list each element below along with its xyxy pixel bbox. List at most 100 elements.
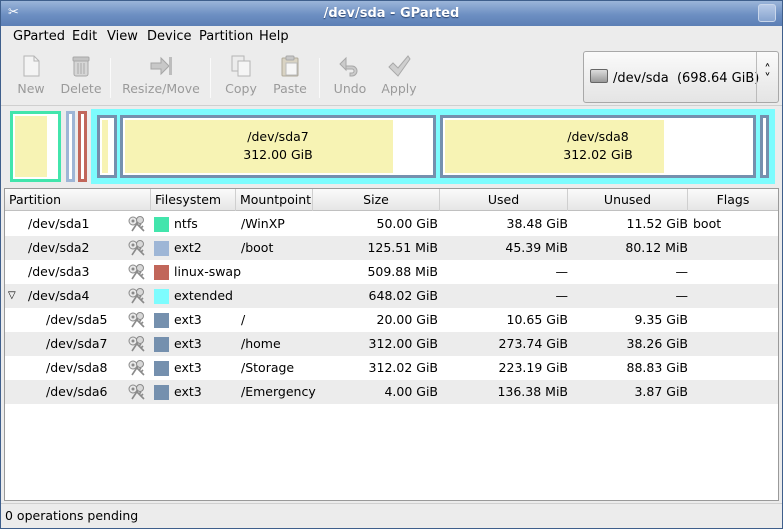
column-header-partition[interactable]: Partition xyxy=(5,189,151,211)
column-header-filesystem[interactable]: Filesystem xyxy=(151,189,236,211)
filesystem-color-swatch xyxy=(154,337,169,352)
unused-cell: 38.26 GiB xyxy=(626,336,689,351)
column-header-mountpoint[interactable]: Mountpoint xyxy=(236,189,313,211)
used-cell: 273.74 GiB xyxy=(498,336,568,351)
title-bar: ✂ /dev/sda - GParted xyxy=(1,1,782,26)
status-text: 0 operations pending xyxy=(5,508,139,523)
window-button[interactable] xyxy=(758,4,776,22)
device-selector-label: /dev/sda (698.64 GiB) xyxy=(613,71,759,86)
partition-row[interactable]: /dev/sda3 linux-swap 509.88 MiB — — xyxy=(5,260,778,284)
mountpoint-cell: /home xyxy=(241,336,281,351)
partition-path: /dev/sda1 xyxy=(28,216,90,231)
column-header-flags[interactable]: Flags xyxy=(688,189,778,211)
menu-help[interactable]: Help xyxy=(259,29,289,44)
map-partition-sda7[interactable]: /dev/sda7 312.00 GiB xyxy=(120,115,436,178)
column-header-unused[interactable]: Unused xyxy=(568,189,688,211)
partition-path: /dev/sda5 xyxy=(46,312,108,327)
map-used-area xyxy=(102,120,108,173)
column-header-used[interactable]: Used xyxy=(440,189,568,211)
new-button[interactable]: New xyxy=(9,52,53,102)
delete-button[interactable]: Delete xyxy=(57,52,105,102)
partition-row[interactable]: /dev/sda7 ext3/home 312.00 GiB 273.74 GiB 38… xyxy=(5,332,778,356)
size-cell: 509.88 MiB xyxy=(367,264,438,279)
filesystem-cell: ext3 xyxy=(174,384,202,399)
map-partition-sda4-extended[interactable]: /dev/sda7 312.00 GiB /dev/sda8 312.02 Gi… xyxy=(91,109,775,184)
flags-cell: boot xyxy=(693,216,722,231)
partition-path: /dev/sda7 xyxy=(46,336,108,351)
filesystem-color-swatch xyxy=(154,265,169,280)
delete-label: Delete xyxy=(60,81,102,96)
filesystem-cell: ext3 xyxy=(174,336,202,351)
mounted-key-icon xyxy=(127,311,147,329)
resize-move-label: Resize/Move xyxy=(122,81,200,96)
filesystem-color-swatch xyxy=(154,217,169,232)
mounted-key-icon xyxy=(127,239,147,257)
map-partition-sda1[interactable] xyxy=(10,111,61,182)
unused-cell: 80.12 MiB xyxy=(625,240,688,255)
toolbar-separator xyxy=(110,58,111,98)
apply-label: Apply xyxy=(381,81,417,96)
menu-view[interactable]: View xyxy=(107,29,138,44)
toolbar-separator xyxy=(319,58,320,98)
trash-icon xyxy=(72,56,90,77)
menu-device[interactable]: Device xyxy=(147,29,191,44)
size-cell: 4.00 GiB xyxy=(384,384,438,399)
filesystem-cell: ntfs xyxy=(174,216,198,231)
filesystem-cell: extended xyxy=(174,288,233,303)
partition-path: /dev/sda6 xyxy=(46,384,108,399)
toolbar: New Delete Resize/Move Copy Paste Undo A… xyxy=(1,48,782,106)
map-partition-sda6[interactable] xyxy=(760,115,769,178)
partition-path: /dev/sda2 xyxy=(28,240,90,255)
gparted-window: ✂ /dev/sda - GParted GParted Edit View D… xyxy=(0,0,783,529)
apply-button[interactable]: Apply xyxy=(377,52,421,102)
partition-row[interactable]: /dev/sda6 ext3/Emergency 4.00 GiB 136.38 Mi… xyxy=(5,380,778,404)
map-partition-sda2[interactable] xyxy=(66,111,75,182)
used-cell: 223.19 GiB xyxy=(498,360,568,375)
filesystem-color-swatch xyxy=(154,361,169,376)
expander-triangle-icon[interactable]: ▽ xyxy=(8,284,16,308)
menu-gparted[interactable]: GParted xyxy=(13,29,65,44)
map-partition-sda3[interactable] xyxy=(78,111,87,182)
device-selector[interactable]: /dev/sda (698.64 GiB) ˄ ˅ xyxy=(583,51,779,103)
menu-partition[interactable]: Partition xyxy=(199,29,253,44)
partition-row[interactable]: /dev/sda8 ext3/Storage 312.02 GiB 223.19 Gi… xyxy=(5,356,778,380)
harddisk-icon xyxy=(590,69,608,83)
copy-label: Copy xyxy=(225,81,257,96)
column-header-size[interactable]: Size xyxy=(313,189,440,211)
partition-path: /dev/sda4 xyxy=(28,288,90,303)
copy-icon xyxy=(231,55,251,77)
filesystem-color-swatch xyxy=(154,313,169,328)
partition-row[interactable]: /dev/sda1 ntfs/WinXP 50.00 GiB 38.48 GiB 11.… xyxy=(5,212,778,236)
status-bar: 0 operations pending xyxy=(1,503,782,528)
partition-row[interactable]: ▽ /dev/sda4 extended 648.02 GiB — — xyxy=(5,284,778,308)
partition-row[interactable]: /dev/sda2 ext2/boot 125.51 MiB 45.39 MiB 80.… xyxy=(5,236,778,260)
size-cell: 312.00 GiB xyxy=(368,336,438,351)
combo-arrows-icon: ˄ ˅ xyxy=(756,52,778,102)
unused-cell: 3.87 GiB xyxy=(634,384,688,399)
mountpoint-cell: /WinXP xyxy=(241,216,285,231)
mountpoint-cell: / xyxy=(241,312,246,327)
menu-edit[interactable]: Edit xyxy=(72,29,97,44)
map-label-size: 312.00 GiB xyxy=(243,147,313,162)
map-partition-sda8[interactable]: /dev/sda8 312.02 GiB xyxy=(440,115,756,178)
used-cell: — xyxy=(555,264,569,279)
resize-move-button[interactable]: Resize/Move xyxy=(119,52,203,102)
device-size: (698.64 GiB) xyxy=(676,71,760,86)
device-name: /dev/sda xyxy=(613,71,669,86)
new-label: New xyxy=(17,81,45,96)
used-cell: 10.65 GiB xyxy=(506,312,569,327)
size-cell: 648.02 GiB xyxy=(368,288,438,303)
mounted-key-icon xyxy=(127,263,147,281)
undo-label: Undo xyxy=(333,81,367,96)
mounted-key-icon xyxy=(127,287,147,305)
filesystem-cell: ext2 xyxy=(174,240,202,255)
size-cell: 312.02 GiB xyxy=(368,360,438,375)
unused-cell: — xyxy=(675,264,689,279)
map-partition-sda5[interactable] xyxy=(97,115,117,178)
toolbar-separator xyxy=(210,58,211,98)
paste-button[interactable]: Paste xyxy=(268,52,312,102)
unused-cell: 9.35 GiB xyxy=(634,312,688,327)
partition-row[interactable]: /dev/sda5 ext3 / 20.00 GiB 10.65 GiB 9.35 GiB xyxy=(5,308,778,332)
copy-button[interactable]: Copy xyxy=(219,52,263,102)
undo-button[interactable]: Undo xyxy=(328,52,372,102)
